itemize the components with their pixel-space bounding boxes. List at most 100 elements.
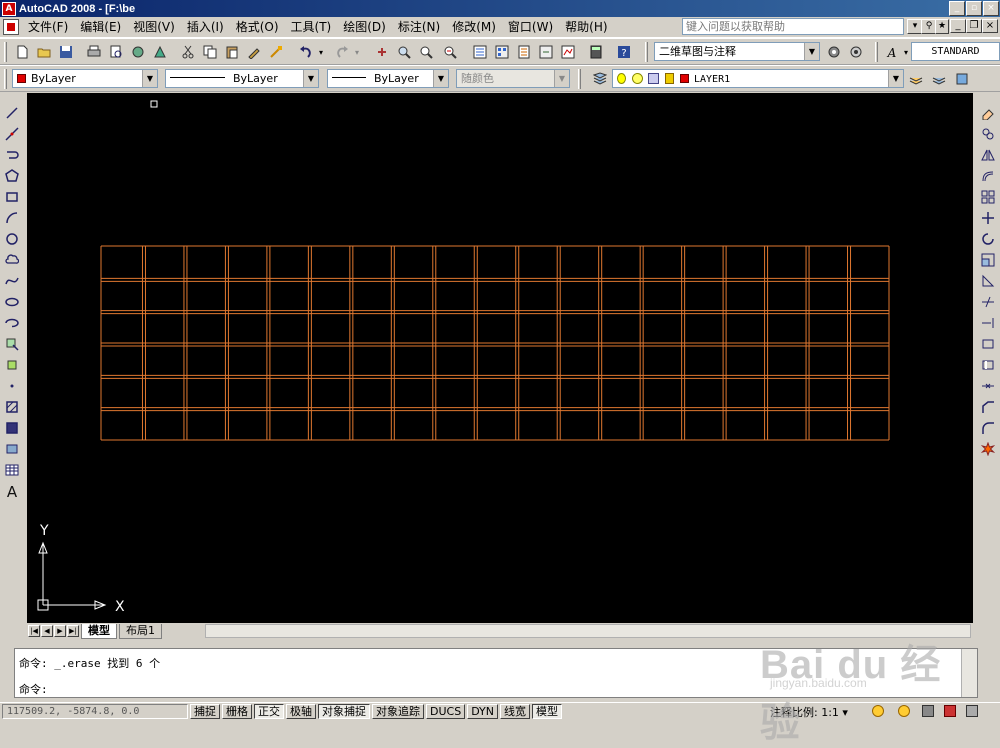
make-layer-current-icon[interactable] [906,69,926,89]
region-icon[interactable] [2,439,22,459]
menu-draw[interactable]: 绘图(D) [337,17,392,37]
toolbar-grip[interactable] [645,42,648,62]
construction-line-icon[interactable] [2,124,22,144]
menu-modify[interactable]: 修改(M) [446,17,502,37]
toolbar-lock-icon[interactable] [922,705,934,717]
sun-icon[interactable] [631,73,643,84]
viewport-freeze-icon[interactable] [648,73,659,84]
pan-realtime-icon[interactable] [372,42,392,62]
menu-format[interactable]: 格式(O) [230,17,285,37]
offset-icon[interactable] [978,166,998,186]
menu-tools[interactable]: 工具(T) [285,17,338,37]
close-button[interactable]: × [983,1,999,16]
tab-model[interactable]: 模型 [81,623,117,639]
command-scrollbar[interactable] [961,649,977,697]
insert-block-icon[interactable] [2,334,22,354]
publish-icon[interactable] [128,42,148,62]
menu-dimension[interactable]: 标注(N) [392,17,446,37]
toolbar-grip[interactable] [4,42,7,62]
last-tab-button[interactable]: ▶| [67,625,79,637]
layer-previous-icon[interactable] [929,69,949,89]
lineweight-control-select[interactable]: ByLayer ▼ [327,69,449,88]
menu-file[interactable]: 文件(F) [22,17,74,37]
status-toggle-7[interactable]: DYN [467,703,499,719]
toolbar-grip[interactable] [875,42,878,62]
communication-center-icon[interactable] [944,705,956,717]
lock-icon[interactable] [664,73,674,84]
print-icon[interactable] [84,42,104,62]
array-icon[interactable] [978,187,998,207]
drawing-canvas[interactable]: Y X [27,93,973,623]
tab-layout1[interactable]: 布局1 [119,623,162,639]
break-at-point-icon[interactable] [978,334,998,354]
doc-close-button[interactable]: × [982,19,998,33]
toolbar-grip[interactable] [4,69,7,89]
extend-icon[interactable] [978,313,998,333]
tool-palettes-icon[interactable] [514,42,534,62]
design-center-icon[interactable] [492,42,512,62]
menu-insert[interactable]: 插入(I) [181,17,230,37]
match-properties-icon[interactable] [244,42,264,62]
move-icon[interactable] [978,208,998,228]
spline-icon[interactable] [2,271,22,291]
status-toggle-6[interactable]: DUCS [426,703,466,719]
menu-window[interactable]: 窗口(W) [502,17,559,37]
text-style-dropdown[interactable]: ▾ [901,42,911,62]
help-search-input[interactable]: 键入问题以获取帮助 [682,18,904,35]
doc-minimize-button[interactable]: _ [950,19,966,33]
redo-dropdown[interactable]: ▾ [352,42,362,62]
status-toggle-0[interactable]: 捕捉 [190,703,220,719]
chevron-down-icon[interactable]: ▼ [303,70,318,87]
layer-states-icon[interactable] [952,69,972,89]
make-block-icon[interactable] [2,355,22,375]
stretch-icon[interactable] [978,271,998,291]
undo-dropdown[interactable]: ▾ [316,42,326,62]
layer-control-select[interactable]: LAYER1 ▼ [612,69,904,88]
undo-icon[interactable] [296,42,316,62]
properties-icon[interactable] [470,42,490,62]
status-toggle-5[interactable]: 对象追踪 [372,703,424,719]
point-icon[interactable] [2,376,22,396]
prev-tab-button[interactable]: ◀ [41,625,53,637]
favorites-icon[interactable]: ★ [935,19,949,34]
zoom-realtime-icon[interactable] [394,42,414,62]
doc-restore-button[interactable]: ❐ [966,19,982,33]
new-file-icon[interactable] [12,42,32,62]
design-web-icon[interactable] [150,42,170,62]
ellipse-icon[interactable] [2,292,22,312]
block-editor-icon[interactable] [266,42,286,62]
chamfer-icon[interactable] [978,397,998,417]
command-input-line[interactable]: 命令: [19,681,48,697]
title-bar[interactable]: A AutoCAD 2008 - [F:\be _ ▫ × [0,0,1000,17]
chevron-down-icon[interactable]: ▼ [804,43,819,60]
trim-icon[interactable] [978,292,998,312]
document-icon[interactable] [3,19,19,35]
sheet-set-manager-icon[interactable] [536,42,556,62]
layer-properties-icon[interactable] [590,69,610,89]
status-toggle-4[interactable]: 对象捕捉 [318,703,370,719]
status-toggle-8[interactable]: 线宽 [500,703,531,719]
help-icon[interactable]: ? [614,42,634,62]
auto-scale-icon[interactable] [898,705,910,717]
revision-cloud-icon[interactable] [2,250,22,270]
copy-object-icon[interactable] [978,124,998,144]
horizontal-scrollbar[interactable] [205,624,971,638]
annotation-scale[interactable]: 注释比例: 1:1 ▾ [770,704,848,720]
polygon-icon[interactable] [2,166,22,186]
polyline-icon[interactable] [2,145,22,165]
status-toggle-2[interactable]: 正交 [254,703,284,719]
coordinate-readout[interactable]: 117509.2, -5874.8, 0.0 [2,703,188,719]
autocad-logo-icon[interactable]: A [2,1,16,16]
erase-icon[interactable] [978,103,998,123]
status-toggle-1[interactable]: 栅格 [222,703,252,719]
circle-icon[interactable] [2,229,22,249]
save-icon[interactable] [56,42,76,62]
chevron-down-icon[interactable]: ▼ [554,70,569,87]
text-style-icon[interactable]: A [882,42,902,62]
fillet-icon[interactable] [978,418,998,438]
break-icon[interactable] [978,355,998,375]
zoom-previous-icon[interactable] [440,42,460,62]
chevron-down-icon[interactable]: ▼ [888,70,903,87]
explode-icon[interactable] [978,439,998,459]
status-toggle-9[interactable]: 模型 [532,703,563,719]
